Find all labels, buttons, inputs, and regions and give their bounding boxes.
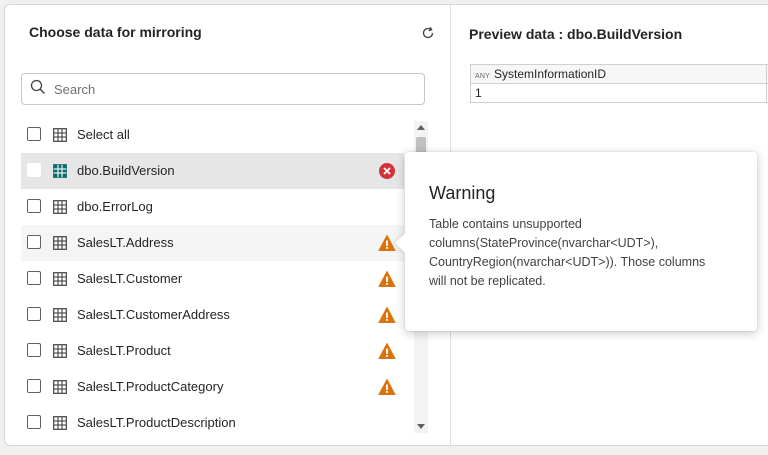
scroll-down-icon[interactable]	[414, 421, 428, 433]
search-input[interactable]	[52, 80, 416, 98]
preview-title: Preview data : dbo.BuildVersion	[469, 26, 683, 42]
list-item-label: dbo.BuildVersion	[77, 163, 175, 178]
table-icon	[53, 416, 67, 430]
table-icon	[53, 128, 67, 142]
type-badge: ANY	[475, 73, 490, 80]
error-icon[interactable]	[378, 162, 396, 180]
list-item[interactable]: SalesLT.Product	[21, 333, 404, 369]
list-item-label: SalesLT.Product	[77, 343, 171, 358]
list-item[interactable]: SalesLT.Address	[21, 225, 404, 261]
row-checkbox[interactable]	[27, 307, 41, 321]
search-icon	[30, 79, 46, 100]
table-list: Select all dbo.BuildVersion dbo.ErrorLog…	[21, 117, 404, 433]
tooltip-title: Warning	[429, 183, 496, 203]
refresh-icon[interactable]	[419, 24, 437, 42]
table-icon	[53, 272, 67, 286]
row-checkbox[interactable]	[27, 163, 41, 177]
tooltip-line: columns(StateProvince(nvarchar<UDT>),	[429, 236, 659, 250]
scroll-up-icon[interactable]	[414, 121, 428, 133]
list-item[interactable]: SalesLT.Customer	[21, 261, 404, 297]
list-item-label: dbo.ErrorLog	[77, 199, 153, 214]
panel-title: Choose data for mirroring	[29, 24, 202, 40]
warning-icon[interactable]	[378, 234, 396, 252]
table-icon	[53, 380, 67, 394]
table-row: 1 10	[470, 83, 768, 103]
list-item[interactable]: SalesLT.ProductDescription	[21, 405, 404, 433]
list-item[interactable]: dbo.ErrorLog	[21, 189, 404, 225]
tooltip-message: Table contains unsupported columns(State…	[429, 215, 749, 291]
warning-tooltip: Warning Table contains unsupported colum…	[395, 152, 757, 331]
row-checkbox[interactable]	[27, 379, 41, 393]
row-checkbox[interactable]	[27, 199, 41, 213]
table-icon	[53, 344, 67, 358]
row-checkbox[interactable]	[27, 343, 41, 357]
tooltip-line: CountryRegion(nvarchar<UDT>)). Those col…	[429, 255, 706, 269]
select-all-label: Select all	[77, 127, 130, 142]
search-field[interactable]	[21, 73, 425, 105]
tooltip-line: Table contains unsupported	[429, 217, 582, 231]
table-icon	[53, 236, 67, 250]
row-checkbox[interactable]	[27, 415, 41, 429]
column-header[interactable]: ANY SystemInformationID	[470, 64, 767, 84]
warning-icon[interactable]	[378, 378, 396, 396]
warning-icon[interactable]	[378, 270, 396, 288]
list-item-label: SalesLT.ProductDescription	[77, 415, 236, 430]
list-item-label: SalesLT.ProductCategory	[77, 379, 224, 394]
table-icon	[53, 308, 67, 322]
list-item[interactable]: SalesLT.CustomerAddress	[21, 297, 404, 333]
table-cell: 1	[470, 83, 767, 103]
column-name: SystemInformationID	[494, 67, 607, 81]
row-checkbox[interactable]	[27, 235, 41, 249]
list-item-label: SalesLT.Customer	[77, 271, 183, 286]
list-item-label: SalesLT.CustomerAddress	[77, 307, 230, 322]
list-item[interactable]: SalesLT.ProductCategory	[21, 369, 404, 405]
list-item[interactable]: dbo.BuildVersion	[21, 153, 404, 189]
warning-icon[interactable]	[378, 342, 396, 360]
list-item-label: SalesLT.Address	[77, 235, 174, 250]
select-all-row[interactable]: Select all	[21, 117, 404, 153]
warning-icon[interactable]	[378, 306, 396, 324]
table-icon	[53, 200, 67, 214]
table-header-row: ANYSystemInformationID ab	[470, 64, 768, 84]
select-all-checkbox[interactable]	[27, 127, 41, 141]
row-checkbox[interactable]	[27, 271, 41, 285]
table-icon	[53, 164, 67, 178]
preview-table: ANYSystemInformationID ab 1 10	[470, 64, 768, 103]
tooltip-line: will not be replicated.	[429, 274, 546, 288]
